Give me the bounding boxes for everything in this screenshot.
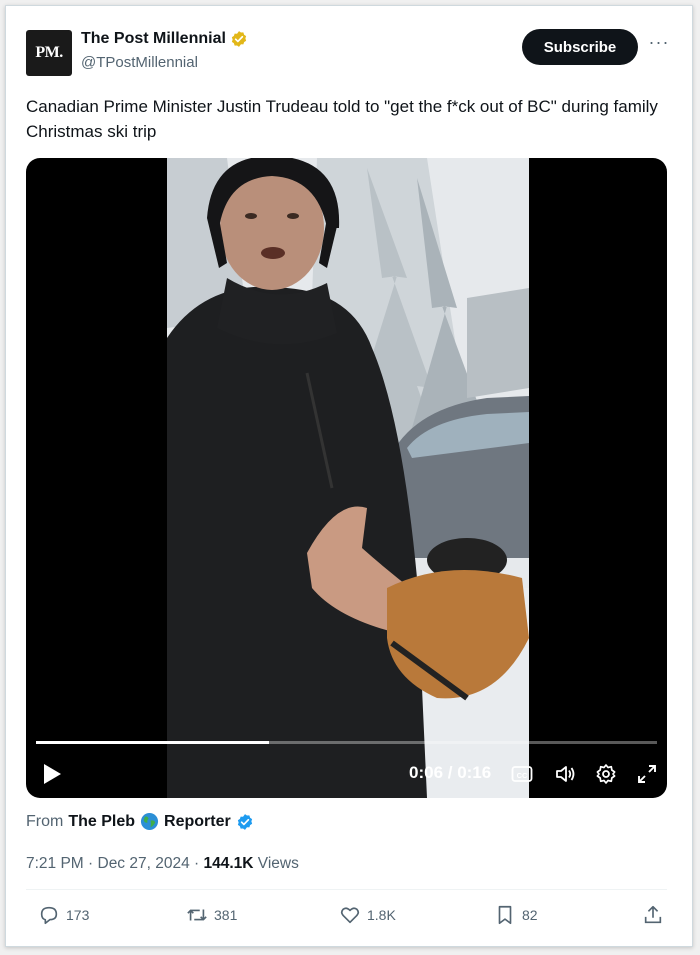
action-bar: 173 381 1.8K 82 xyxy=(26,904,666,934)
svg-text:CC: CC xyxy=(517,771,528,780)
gold-verified-badge-icon xyxy=(231,31,247,47)
reply-icon xyxy=(40,906,58,925)
tweet-text: Canadian Prime Minister Justin Trudeau t… xyxy=(26,97,658,141)
name-row: The Post Millennial xyxy=(81,30,248,48)
reply-button[interactable]: 173 xyxy=(38,904,89,926)
tweet-card: PM. The Post Millennial @TPostMillennial… xyxy=(5,5,693,947)
account-handle[interactable]: @TPostMillennial xyxy=(81,54,198,71)
captions-icon[interactable]: CC xyxy=(511,763,533,785)
blue-verified-badge-icon xyxy=(237,813,252,830)
from-prefix: From xyxy=(26,812,64,830)
settings-icon[interactable] xyxy=(595,763,617,785)
divider xyxy=(26,889,667,890)
video-player[interactable]: 0:06 / 0:16 CC xyxy=(26,158,667,798)
progress-fill xyxy=(36,741,269,744)
avatar[interactable]: PM. xyxy=(26,30,72,76)
more-options-icon[interactable]: ··· xyxy=(648,33,670,56)
progress-track[interactable] xyxy=(36,741,657,744)
display-name[interactable]: The Post Millennial xyxy=(81,30,226,48)
views-count: 144.1K xyxy=(203,855,254,872)
share-button[interactable] xyxy=(642,904,664,926)
tweet-meta: 7:21 PM · Dec 27, 2024 · 144.1K Views xyxy=(26,855,299,873)
video-source: From The Pleb Reporter xyxy=(26,812,254,831)
like-button[interactable]: 1.8K xyxy=(339,904,396,926)
heart-icon xyxy=(340,907,360,924)
volume-icon[interactable] xyxy=(554,763,576,785)
views-label: Views xyxy=(253,855,299,872)
share-icon xyxy=(644,905,662,924)
video-frame[interactable] xyxy=(167,158,529,798)
repost-count: 381 xyxy=(214,907,238,923)
video-time: 0:06 / 0:16 xyxy=(409,763,492,782)
bookmark-button[interactable]: 82 xyxy=(494,904,538,926)
like-count: 1.8K xyxy=(367,907,396,923)
fullscreen-icon[interactable] xyxy=(636,763,658,785)
tweet-header: PM. The Post Millennial @TPostMillennial… xyxy=(26,28,676,78)
bookmark-icon xyxy=(498,905,512,925)
video-still xyxy=(167,158,529,798)
source-name-part-2[interactable]: Reporter xyxy=(164,813,231,831)
repost-button[interactable]: 381 xyxy=(186,904,237,926)
reply-count: 173 xyxy=(66,907,90,923)
bookmark-count: 82 xyxy=(522,907,538,923)
source-name-part-1[interactable]: The Pleb xyxy=(68,813,135,831)
timestamp[interactable]: 7:21 PM · Dec 27, 2024 · xyxy=(26,855,203,872)
globe-icon xyxy=(140,812,159,831)
repost-icon xyxy=(187,909,207,921)
subscribe-button[interactable]: Subscribe xyxy=(522,29,638,65)
play-icon[interactable] xyxy=(42,763,62,785)
